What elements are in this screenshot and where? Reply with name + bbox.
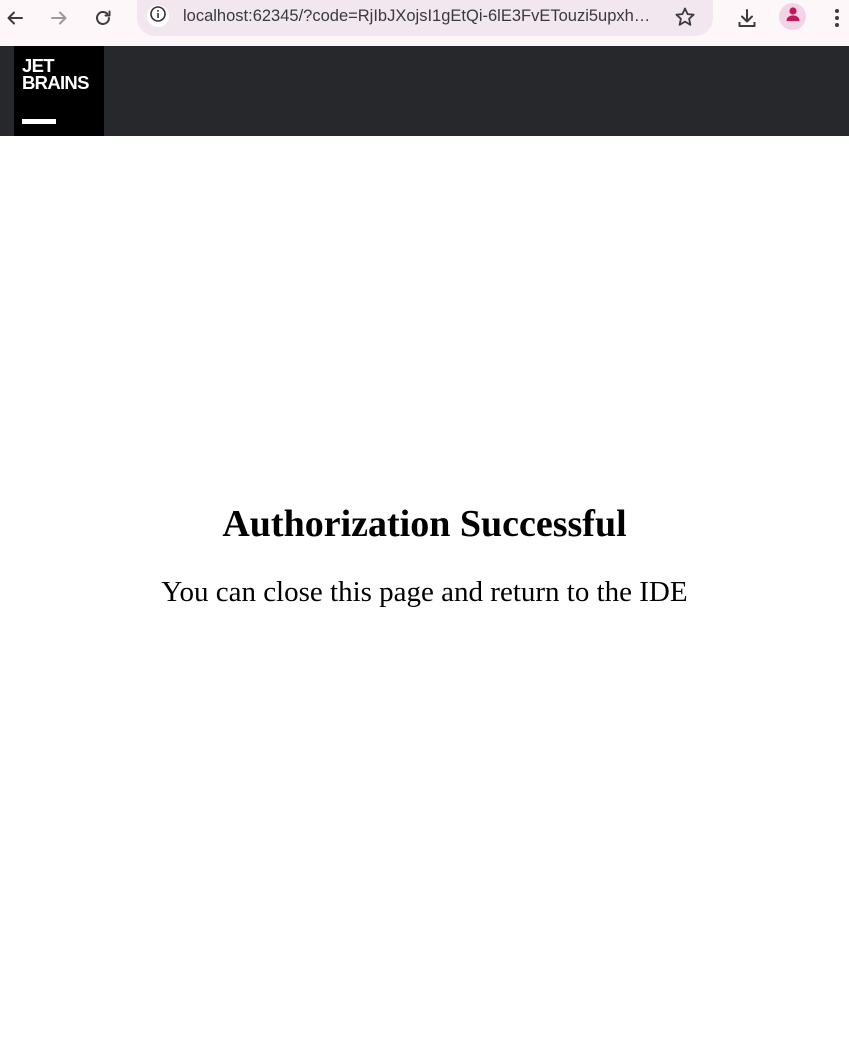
profile-button[interactable] [779, 3, 806, 30]
download-icon [736, 7, 758, 29]
reload-button[interactable] [90, 5, 116, 31]
logo-bar [22, 119, 56, 124]
kebab-menu-icon [834, 8, 840, 28]
url-text[interactable]: localhost:62345/?code=RjIbJXojsI1gEtQi-6… [183, 7, 663, 26]
star-icon [673, 7, 697, 33]
logo-text-line-2: BRAINS [22, 72, 89, 93]
arrow-right-icon [49, 8, 69, 28]
main-content: Authorization Successful You can close t… [0, 136, 849, 1043]
success-message: You can close this page and return to th… [161, 576, 688, 608]
browser-toolbar: localhost:62345/?code=RjIbJXojsI1gEtQi-6… [0, 0, 849, 46]
arrow-left-icon [5, 8, 25, 28]
site-info-button[interactable] [147, 5, 169, 27]
person-icon [784, 5, 802, 28]
bookmark-button[interactable] [673, 5, 697, 29]
back-button[interactable] [2, 5, 28, 31]
download-button[interactable] [734, 5, 760, 31]
browser-menu-button[interactable] [824, 5, 849, 31]
address-bar[interactable]: localhost:62345/?code=RjIbJXojsI1gEtQi-6… [137, 0, 713, 36]
forward-button[interactable] [46, 5, 72, 31]
jetbrains-logo: JET BRAINS [14, 46, 104, 136]
site-header: JET BRAINS [0, 46, 849, 136]
reload-icon [93, 8, 113, 28]
page-title: Authorization Successful [222, 503, 627, 545]
info-icon [149, 5, 167, 28]
